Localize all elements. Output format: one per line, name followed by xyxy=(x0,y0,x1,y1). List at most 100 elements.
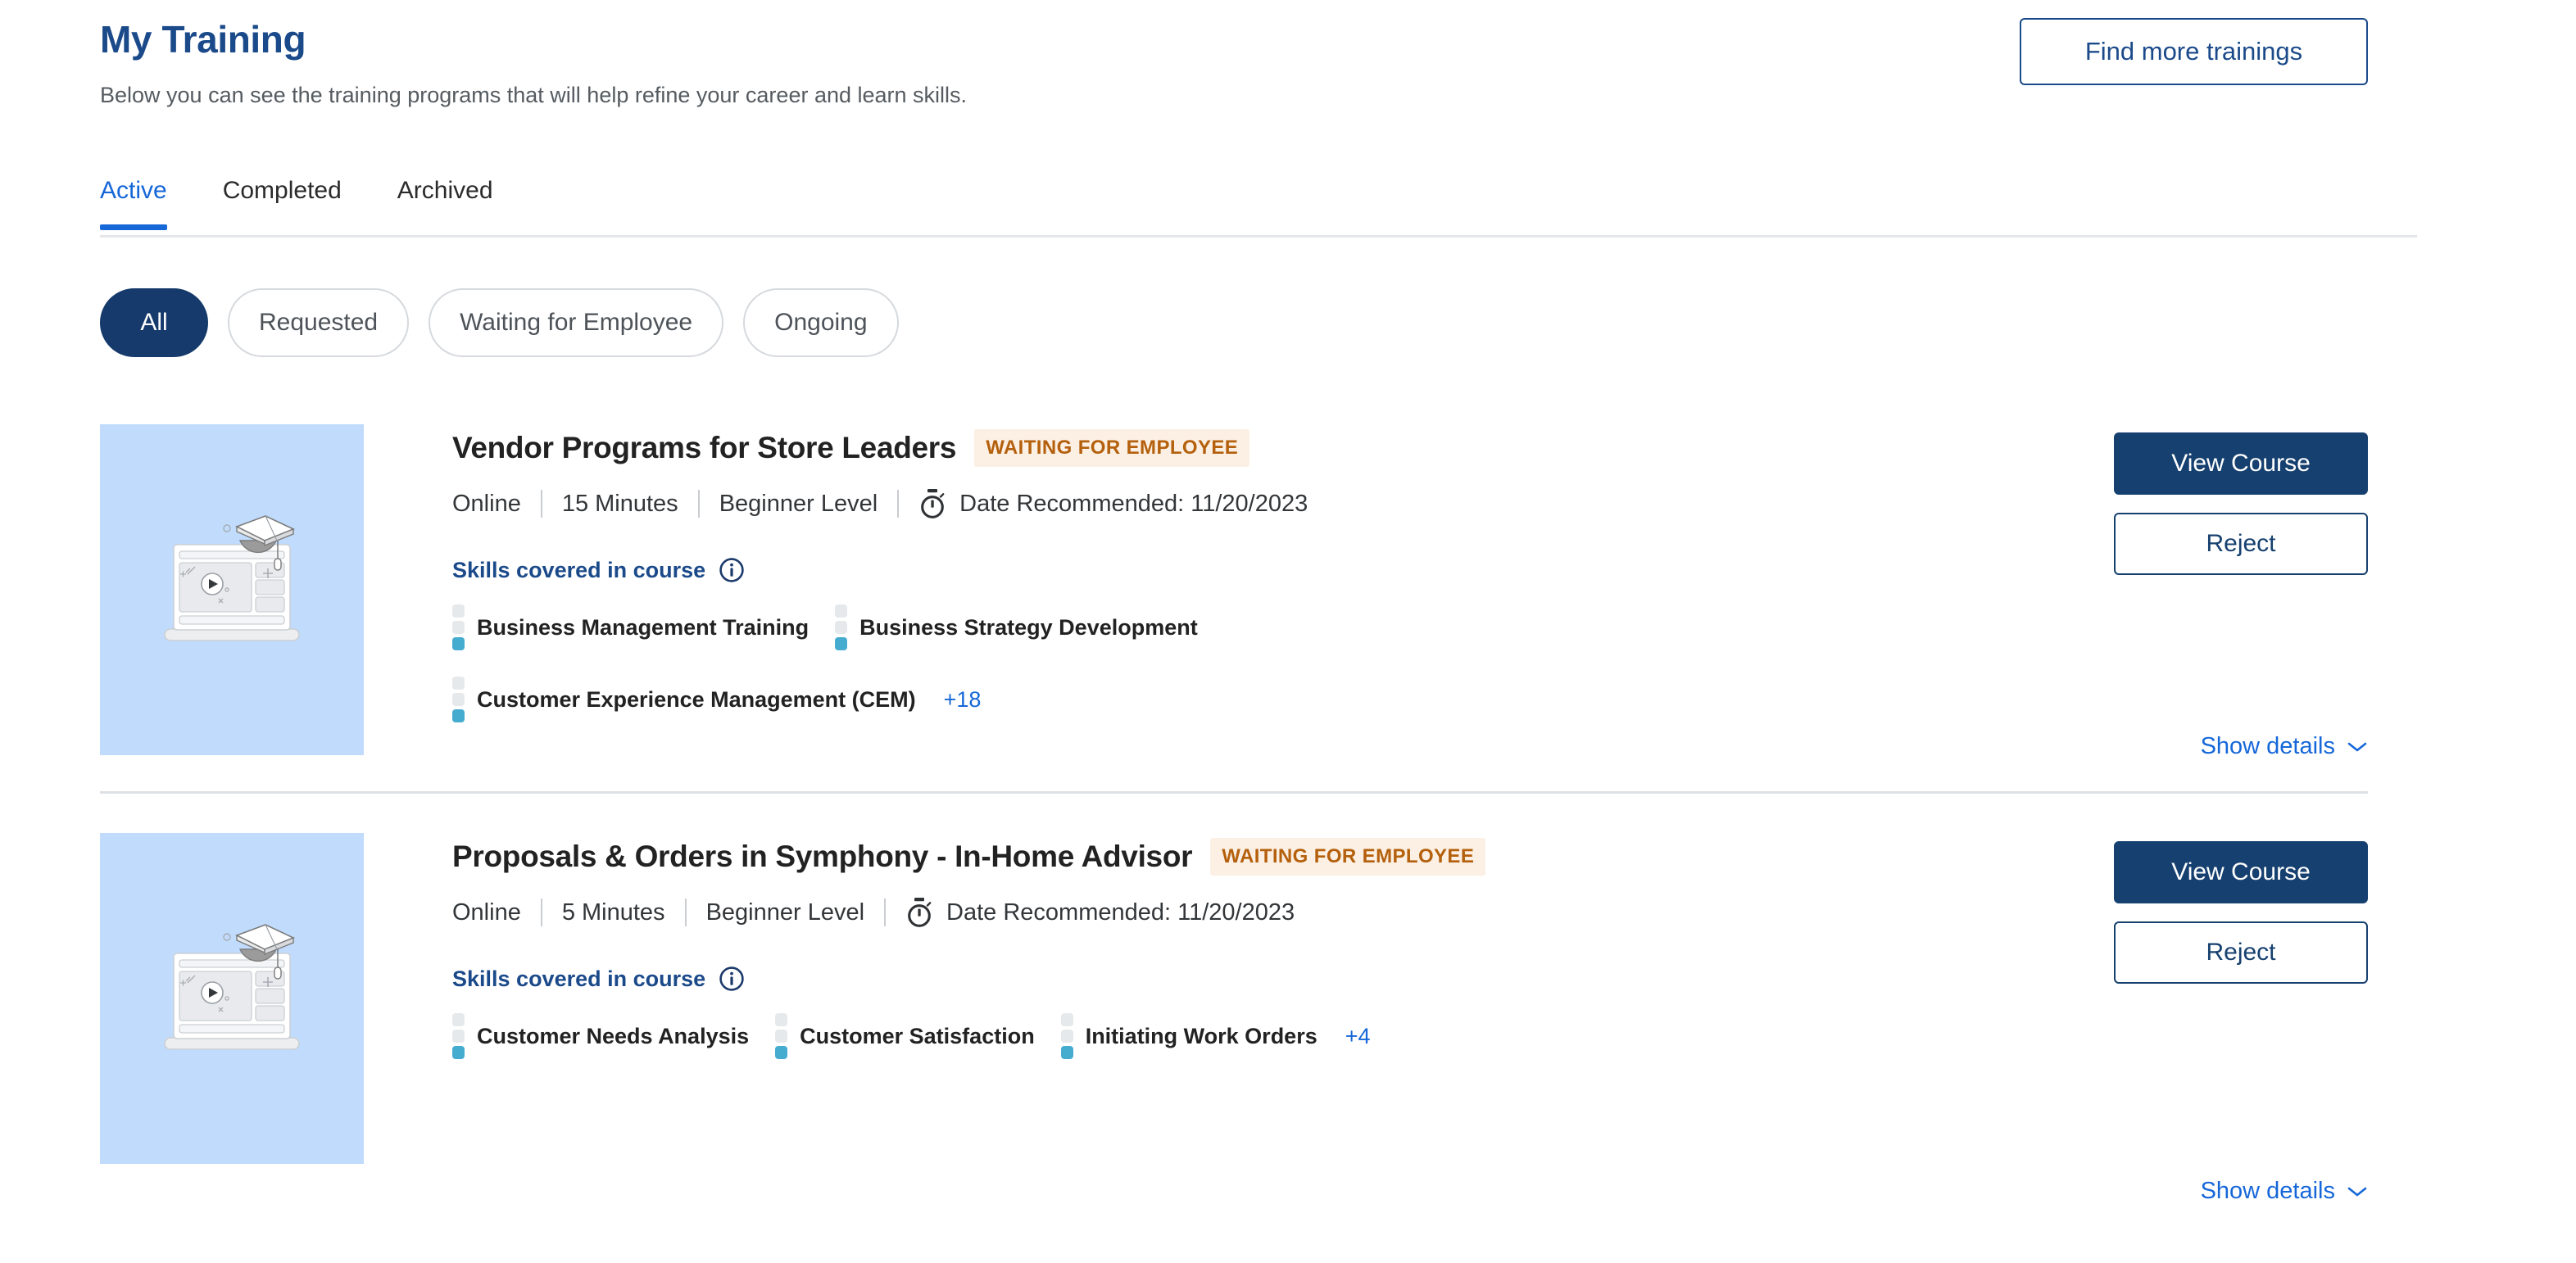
view-course-button[interactable]: View Course xyxy=(2114,432,2368,495)
tab-active[interactable]: Active xyxy=(100,174,167,230)
skill-segment-filled xyxy=(1060,1046,1073,1059)
skill-chip: Customer Experience Management (CEM) xyxy=(452,677,916,722)
course-date-recommended: Date Recommended: 11/20/2023 xyxy=(918,488,1308,519)
skills-list: Business Management Training Business St… xyxy=(452,604,2084,722)
skills-more-link[interactable]: +18 xyxy=(944,687,982,713)
find-more-trainings-button[interactable]: Find more trainings xyxy=(2020,18,2368,85)
filter-pill-requested[interactable]: Requested xyxy=(228,288,410,357)
show-details-label: Show details xyxy=(2200,733,2335,759)
reject-button[interactable]: Reject xyxy=(2114,921,2368,984)
skill-chip: Business Strategy Development xyxy=(835,604,1198,650)
filter-pill-waiting-for-employee[interactable]: Waiting for Employee xyxy=(429,288,724,357)
page-subtitle: Below you can see the training programs … xyxy=(100,82,968,107)
online-course-illustration-icon xyxy=(164,515,300,641)
meta-divider xyxy=(540,899,542,926)
course-card: Vendor Programs for Store Leaders WAITIN… xyxy=(100,424,2368,791)
page-header: My Training Below you can see the traini… xyxy=(100,18,2368,110)
view-course-button[interactable]: View Course xyxy=(2114,841,2368,903)
filter-pill-all[interactable]: All xyxy=(100,288,208,357)
meta-divider xyxy=(897,490,900,518)
skills-header: Skills covered in course xyxy=(452,557,2084,583)
skill-segment-filled xyxy=(452,709,465,722)
skill-chip: Initiating Work Orders xyxy=(1060,1013,1317,1059)
show-details-link[interactable]: Show details xyxy=(2201,733,2368,760)
skill-name: Customer Needs Analysis xyxy=(477,1023,750,1048)
skill-segment-empty xyxy=(835,604,848,618)
status-badge: WAITING FOR EMPLOYEE xyxy=(974,429,1250,467)
course-details: Vendor Programs for Store Leaders WAITIN… xyxy=(364,424,2084,755)
course-title: Vendor Programs for Store Leaders xyxy=(452,431,957,464)
course-duration: 5 Minutes xyxy=(561,899,665,926)
course-date-text: Date Recommended: 11/20/2023 xyxy=(959,490,1308,517)
info-icon[interactable] xyxy=(719,966,745,992)
skill-segment-empty xyxy=(1060,1030,1073,1043)
skill-segment-empty xyxy=(452,1030,465,1043)
course-details: Proposals & Orders in Symphony - In-Home… xyxy=(364,833,2084,1164)
show-details-link[interactable]: Show details xyxy=(2201,1178,2368,1205)
course-thumbnail xyxy=(100,424,364,755)
filter-pill-ongoing[interactable]: Ongoing xyxy=(743,288,899,357)
skills-header: Skills covered in course xyxy=(452,966,2084,992)
skill-level-gauge xyxy=(452,604,465,650)
course-meta-row: Online 5 Minutes Beginner Level Date Rec… xyxy=(452,897,2084,928)
skill-segment-empty xyxy=(452,677,465,690)
course-meta-row: Online 15 Minutes Beginner Level Date Re… xyxy=(452,488,2084,519)
online-course-illustration-icon xyxy=(164,924,300,1050)
skill-segment-empty xyxy=(835,621,848,634)
course-duration: 15 Minutes xyxy=(561,490,678,517)
chevron-down-icon xyxy=(2347,1187,2367,1196)
course-title-row: Proposals & Orders in Symphony - In-Home… xyxy=(452,838,2084,876)
skills-row: Customer Experience Management (CEM) +18 xyxy=(452,677,2084,722)
skill-chip: Customer Needs Analysis xyxy=(452,1013,749,1059)
skill-segment-empty xyxy=(452,621,465,634)
skill-segment-filled xyxy=(452,1046,465,1059)
skill-segment-filled xyxy=(835,637,848,650)
course-title: Proposals & Orders in Symphony - In-Home… xyxy=(452,840,1193,873)
meta-divider xyxy=(684,899,687,926)
stopwatch-icon xyxy=(908,898,932,927)
skill-chip: Customer Satisfaction xyxy=(775,1013,1035,1059)
reject-button[interactable]: Reject xyxy=(2114,513,2368,575)
skill-segment-filled xyxy=(775,1046,788,1059)
training-status-tabs: Active Completed Archived xyxy=(100,174,2417,238)
my-training-page: My Training Below you can see the traini… xyxy=(0,0,2576,1263)
skill-chip: Business Management Training xyxy=(452,604,809,650)
skill-name: Business Management Training xyxy=(477,614,810,640)
meta-divider xyxy=(540,490,542,518)
skill-name: Customer Experience Management (CEM) xyxy=(477,686,916,712)
skills-label: Skills covered in course xyxy=(452,966,706,991)
skill-segment-empty xyxy=(775,1013,788,1026)
skill-level-gauge xyxy=(1060,1013,1073,1059)
skill-segment-filled xyxy=(452,637,465,650)
show-details-label: Show details xyxy=(2200,1178,2335,1204)
skill-segment-empty xyxy=(452,693,465,706)
skill-name: Customer Satisfaction xyxy=(800,1023,1035,1048)
tab-completed[interactable]: Completed xyxy=(223,174,342,228)
stopwatch-icon xyxy=(921,489,945,518)
skill-level-gauge xyxy=(452,1013,465,1059)
skill-segment-empty xyxy=(452,1013,465,1026)
course-actions: View Course Reject xyxy=(2114,424,2368,755)
info-icon[interactable] xyxy=(719,557,745,583)
filter-pill-group: All Requested Waiting for Employee Ongoi… xyxy=(100,288,899,357)
skills-label: Skills covered in course xyxy=(452,557,706,582)
skill-segment-empty xyxy=(1060,1013,1073,1026)
course-date-recommended: Date Recommended: 11/20/2023 xyxy=(905,897,1295,928)
skill-segment-empty xyxy=(452,604,465,618)
skills-more-link[interactable]: +4 xyxy=(1345,1024,1371,1049)
course-card: Proposals & Orders in Symphony - In-Home… xyxy=(100,791,2368,1204)
skills-row: Business Management Training Business St… xyxy=(452,604,2084,650)
course-title-row: Vendor Programs for Store Leaders WAITIN… xyxy=(452,429,2084,467)
course-list: Vendor Programs for Store Leaders WAITIN… xyxy=(100,424,2368,1204)
status-badge: WAITING FOR EMPLOYEE xyxy=(1210,838,1486,876)
tab-archived[interactable]: Archived xyxy=(397,174,493,228)
skills-list: Customer Needs Analysis Customer Satisfa… xyxy=(452,1013,2084,1059)
course-date-text: Date Recommended: 11/20/2023 xyxy=(946,899,1295,926)
skill-level-gauge xyxy=(775,1013,788,1059)
skill-level-gauge xyxy=(835,604,848,650)
course-format: Online xyxy=(452,899,521,926)
meta-divider xyxy=(884,899,887,926)
course-thumbnail xyxy=(100,833,364,1164)
course-level: Beginner Level xyxy=(719,490,878,517)
course-level: Beginner Level xyxy=(705,899,865,926)
